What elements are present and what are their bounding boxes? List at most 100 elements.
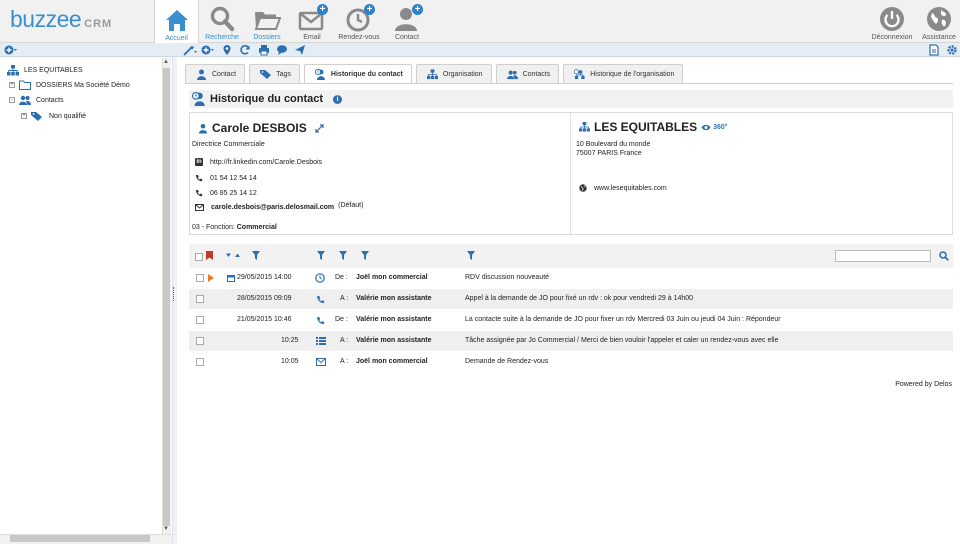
linkedin-url[interactable]: http://fr.linkedin.com/Carole.Desbois: [210, 159, 322, 166]
filter-subject-icon[interactable]: [467, 251, 475, 260]
history-subject[interactable]: La contacte suite à la demande de JO pou…: [465, 316, 781, 323]
tab-tags[interactable]: Tags: [249, 64, 300, 83]
table-row[interactable]: 29/05/2015 14:00 De : Joël mon commercia…: [189, 268, 953, 288]
nav-email[interactable]: + Email: [293, 0, 331, 43]
history-search-input[interactable]: [835, 250, 931, 262]
users-icon: [19, 95, 31, 105]
row-checkbox[interactable]: [196, 274, 204, 282]
nav-assistance[interactable]: Assistance: [919, 0, 959, 43]
history-subject[interactable]: Tâche assignée par Jo Commercial / Merci…: [465, 337, 778, 344]
mobile-number[interactable]: 06 85 25 14 12: [210, 190, 257, 197]
nav-rendezvous[interactable]: + Rendez-vous: [335, 0, 383, 43]
organisation-name[interactable]: LES EQUITABLES: [594, 120, 697, 134]
bookmark-icon[interactable]: [206, 251, 213, 260]
org-icon: [579, 122, 590, 132]
table-row[interactable]: 28/05/2015 09:09 A : Valérie mon assista…: [189, 289, 953, 309]
table-row[interactable]: 10:05 A : Joël mon commercial Demande de…: [189, 352, 953, 372]
phone-row[interactable]: 01 54 12 54 14: [195, 174, 257, 182]
tree-item-non-qualifie[interactable]: + Non qualifié: [21, 111, 86, 121]
nav-recherche[interactable]: Recherche: [201, 0, 243, 43]
app-logo[interactable]: buzzee CRM: [10, 6, 112, 34]
collapse-toggle[interactable]: -: [9, 97, 15, 103]
history-subject[interactable]: Appel à la demande de JO pour fixé un rd…: [465, 295, 693, 302]
row-checkbox[interactable]: [196, 316, 204, 324]
linkedin-row[interactable]: in http://fr.linkedin.com/Carole.Desbois: [195, 158, 322, 166]
expand-toggle[interactable]: +: [9, 82, 15, 88]
comment-icon[interactable]: [276, 44, 288, 56]
tab-historique-contact[interactable]: Historique du contact: [303, 64, 412, 84]
mobile-icon: [195, 189, 203, 197]
email-address[interactable]: carole.desbois@paris.delosmail.com: [211, 204, 334, 211]
info-icon[interactable]: i: [333, 94, 343, 104]
table-row[interactable]: 21/05/2015 10:46 De : Valérie mon assist…: [189, 310, 953, 330]
filter-date-icon[interactable]: [252, 251, 260, 260]
history-date: 10:25: [281, 337, 299, 344]
website-row[interactable]: www.lesequitables.com: [579, 184, 667, 192]
filter-direction-icon[interactable]: [339, 251, 347, 260]
nav-accueil[interactable]: Accueil: [154, 0, 199, 44]
export-document-icon[interactable]: [928, 44, 940, 56]
expand-arrows-icon[interactable]: [315, 123, 324, 133]
panel-splitter[interactable]: [172, 57, 177, 544]
play-marker-icon: [208, 274, 214, 282]
fonction-value: Commercial: [236, 224, 277, 231]
scroll-up-arrow-icon[interactable]: ▲: [163, 59, 169, 65]
tab-historique-organisation[interactable]: Historique de l'organisation: [563, 64, 684, 83]
select-all-checkbox[interactable]: [195, 253, 203, 261]
send-icon[interactable]: [294, 44, 306, 56]
row-checkbox[interactable]: [196, 295, 204, 303]
sidebar-scroll-thumb[interactable]: [163, 68, 170, 526]
sort-icon[interactable]: [226, 252, 242, 259]
add-circle-dropdown-icon[interactable]: [4, 44, 17, 56]
search-icon[interactable]: [939, 251, 949, 261]
history-direction: A :: [340, 337, 349, 344]
row-checkbox[interactable]: [196, 337, 204, 345]
tree-item-organisation[interactable]: LES EQUITABLES: [7, 65, 83, 76]
tree-label-dossiers: DOSSIERS Ma Société Démo: [36, 81, 130, 89]
mobile-row[interactable]: 06 85 25 14 12: [195, 189, 257, 197]
user-icon: [198, 123, 208, 134]
calendar-icon: [227, 274, 235, 282]
history-subject[interactable]: RDV discussion nouveauté: [465, 274, 549, 281]
add-circle-icon[interactable]: [201, 44, 214, 56]
nav-contact[interactable]: + Contact: [389, 0, 425, 43]
phone-number[interactable]: 01 54 12 54 14: [210, 175, 257, 182]
history-user: Valérie mon assistante: [356, 337, 432, 344]
filter-user-icon[interactable]: [361, 251, 369, 260]
history-date: 10:05: [281, 358, 299, 365]
tab-label: Tags: [276, 70, 291, 78]
phone-icon: [195, 174, 203, 182]
email-row[interactable]: carole.desbois@paris.delosmail.com (Défa…: [195, 202, 363, 211]
row-checkbox[interactable]: [196, 358, 204, 366]
website-link[interactable]: www.lesequitables.com: [594, 185, 667, 192]
history-subject[interactable]: Demande de Rendez-vous: [465, 358, 548, 365]
tree-item-contacts[interactable]: - Contacts: [9, 95, 64, 105]
tab-organisation[interactable]: Organisation: [415, 64, 492, 83]
nav-deconnexion[interactable]: Déconnexion: [869, 0, 915, 43]
tree-item-dossiers[interactable]: + DOSSIERS Ma Société Démo: [9, 80, 130, 90]
tab-contacts[interactable]: Contacts: [495, 64, 560, 83]
refresh-icon[interactable]: [239, 44, 251, 56]
nav-rendezvous-label: Rendez-vous: [338, 34, 380, 41]
scroll-down-arrow-icon[interactable]: ▼: [163, 526, 169, 532]
contact-card: Carole DESBOIS Directrice Commerciale in…: [189, 112, 953, 236]
history-user: Joël mon commercial: [356, 358, 428, 365]
table-row[interactable]: 10:25 A : Valérie mon assistante Tâche a…: [189, 331, 953, 351]
history-direction: A :: [340, 358, 349, 365]
print-icon[interactable]: [258, 44, 270, 56]
mail-icon: [316, 358, 326, 366]
globe-icon: [925, 5, 953, 33]
settings-icon[interactable]: [946, 44, 958, 56]
contact-name: Carole DESBOIS: [212, 121, 307, 135]
view-360-button[interactable]: 360°: [713, 124, 727, 131]
expand-toggle[interactable]: +: [21, 113, 27, 119]
history-date: 28/05/2015 09:09: [237, 295, 292, 302]
location-pin-icon[interactable]: [221, 44, 233, 56]
contact-name-row: Carole DESBOIS: [198, 121, 324, 135]
sidebar-hscroll-thumb[interactable]: [10, 535, 150, 542]
tab-contact[interactable]: Contact: [185, 64, 246, 83]
filter-type-icon[interactable]: [317, 251, 325, 260]
nav-dossiers[interactable]: Dossiers: [247, 0, 287, 43]
magic-wand-icon[interactable]: [183, 44, 197, 56]
phone-icon: [316, 316, 325, 325]
